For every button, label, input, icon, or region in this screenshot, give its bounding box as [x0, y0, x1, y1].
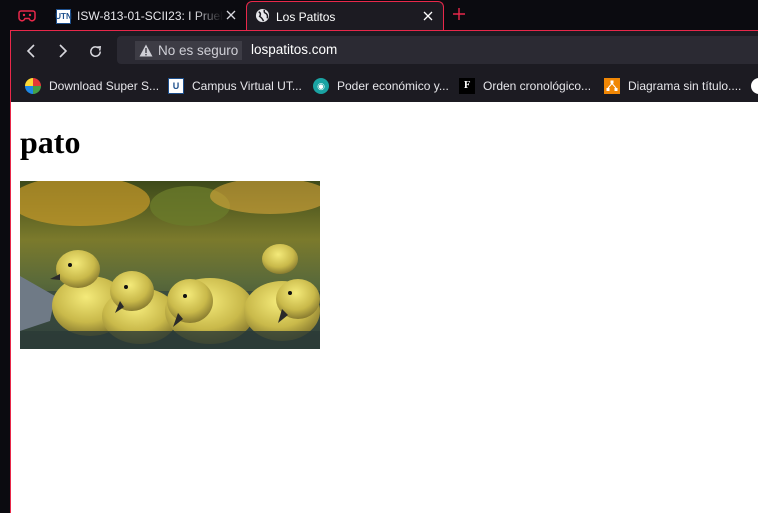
- tab-strip: UTN ISW-813-01-SCII23: I Prueba Los Pati…: [0, 0, 758, 31]
- bookmark-diagrama[interactable]: Diagrama sin título....: [604, 75, 741, 97]
- utn-favicon: UTN: [55, 8, 72, 24]
- ducklings-photo: [20, 181, 320, 349]
- reload-button[interactable]: [83, 39, 107, 63]
- gx-menu-icon[interactable]: [14, 6, 40, 26]
- bookmark-label: Campus Virtual UT...: [192, 79, 302, 93]
- bookmark-label: Diagrama sin título....: [628, 79, 742, 93]
- tab-isw-prueba[interactable]: UTN ISW-813-01-SCII23: I Prueba: [50, 1, 244, 31]
- bookmark-orden-cronologico[interactable]: F Orden cronológico...: [459, 75, 591, 97]
- bookmark-poder-economico[interactable]: ◉ Poder económico y...: [313, 75, 449, 97]
- new-tab-button[interactable]: [450, 5, 468, 23]
- page-heading: pato: [20, 124, 81, 160]
- bookmark-super[interactable]: Download Super S...: [25, 75, 159, 97]
- close-icon[interactable]: [224, 8, 238, 22]
- security-label: No es seguro: [158, 43, 239, 58]
- utn-favicon: U: [168, 78, 184, 94]
- tab-los-patitos[interactable]: Los Patitos: [246, 1, 444, 31]
- f-icon: F: [459, 78, 475, 94]
- bookmarks-bar: Download Super S... U Campus Virtual UT.…: [11, 71, 758, 101]
- toolbar: No es seguro lospatitos.com Download Sup…: [10, 30, 758, 102]
- globe-icon: [255, 8, 270, 26]
- super-icon: [25, 78, 41, 94]
- warning-icon: [139, 44, 153, 57]
- tab-title: Los Patitos: [276, 9, 336, 24]
- tab-title: ISW-813-01-SCII23: I Prueba: [77, 9, 223, 23]
- browser-window: UTN ISW-813-01-SCII23: I Prueba Los Pati…: [0, 0, 758, 513]
- security-indicator[interactable]: No es seguro: [135, 41, 243, 60]
- bookmark-overflow[interactable]: [751, 75, 758, 97]
- page-content: pato: [10, 102, 758, 513]
- bookmark-label: Download Super S...: [49, 79, 160, 93]
- bookmark-label: Orden cronológico...: [483, 79, 592, 93]
- bookmark-label: Poder económico y...: [337, 79, 449, 93]
- close-icon[interactable]: [421, 9, 435, 23]
- back-button[interactable]: [19, 39, 43, 63]
- forward-button[interactable]: [51, 39, 75, 63]
- diagram-icon: [604, 78, 620, 94]
- bookmark-favicon-icon: [751, 78, 758, 94]
- poder-icon: ◉: [313, 78, 329, 94]
- address-bar[interactable]: No es seguro lospatitos.com: [117, 36, 758, 64]
- bookmark-campus-virtual[interactable]: U Campus Virtual UT...: [168, 75, 302, 97]
- url-text[interactable]: lospatitos.com: [251, 42, 337, 57]
